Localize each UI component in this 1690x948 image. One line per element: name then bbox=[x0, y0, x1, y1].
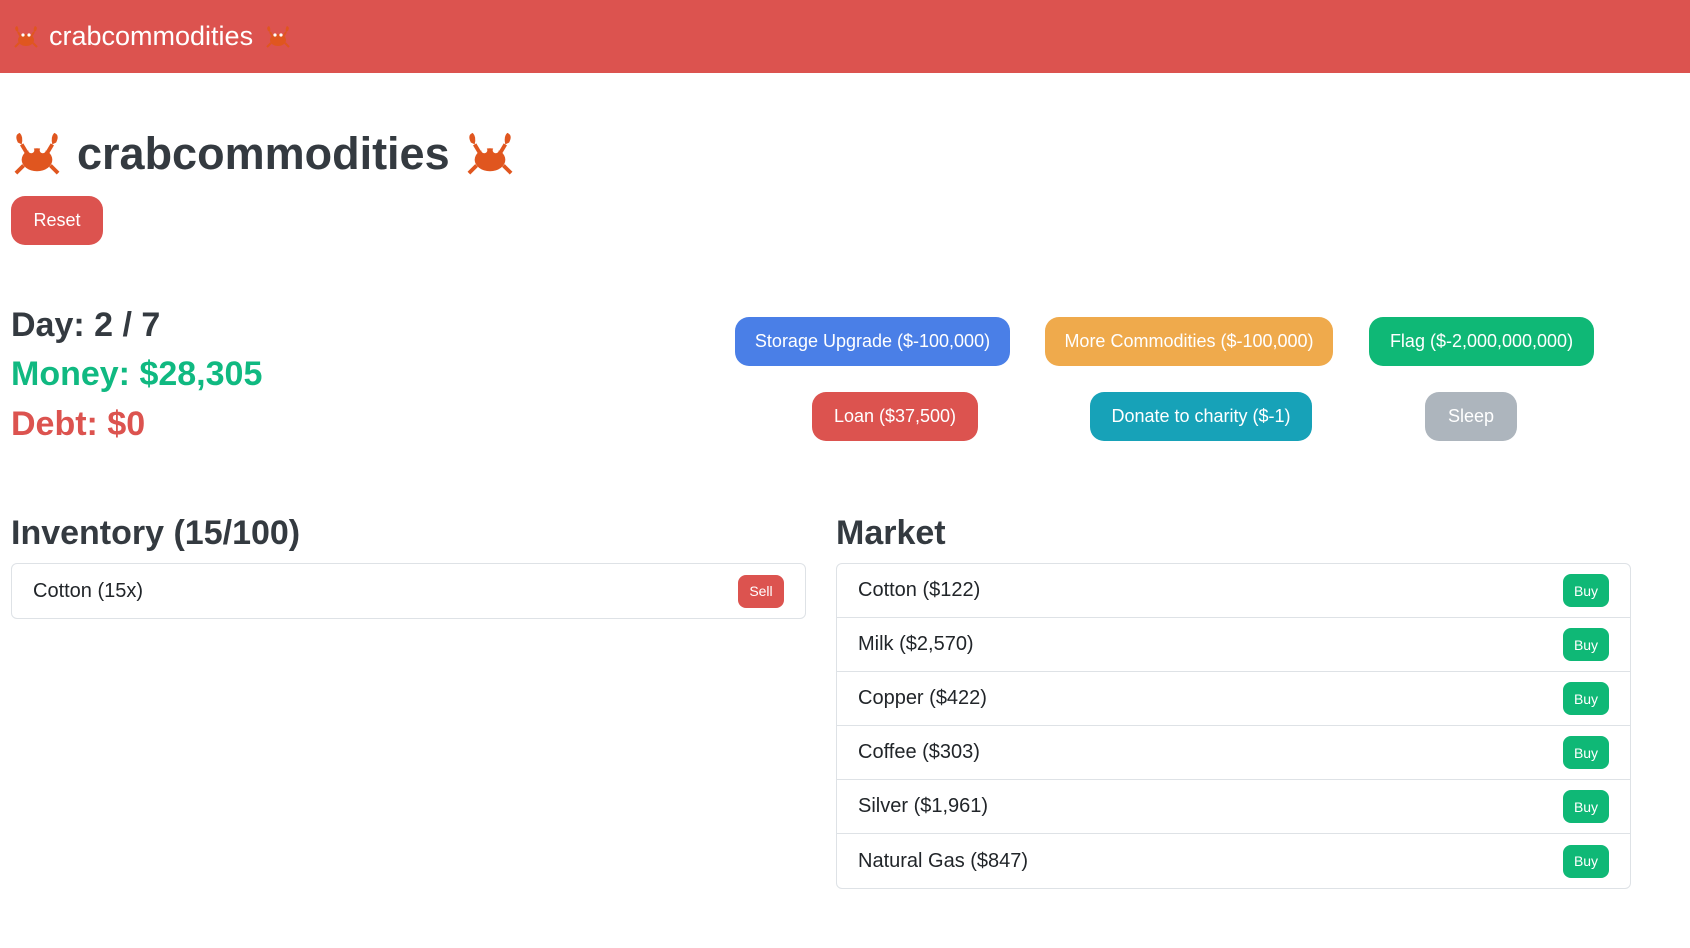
market-item-label: Milk ($2,570) bbox=[858, 633, 974, 655]
money-display: Money: $28,305 bbox=[11, 355, 263, 393]
list-item: Milk ($2,570) Buy bbox=[837, 618, 1630, 672]
list-item: Silver ($1,961) Buy bbox=[837, 780, 1630, 834]
debt-display: Debt: $0 bbox=[11, 405, 146, 443]
page-title-text: crabcommodities bbox=[77, 128, 450, 179]
loan-button[interactable]: Loan ($37,500) bbox=[812, 392, 978, 441]
market-item-label: Copper ($422) bbox=[858, 687, 987, 709]
market-list: Cotton ($122) Buy Milk ($2,570) Buy Copp… bbox=[836, 563, 1631, 889]
sleep-button[interactable]: Sleep bbox=[1425, 392, 1517, 441]
inventory-list: Cotton (15x) Sell bbox=[11, 563, 806, 619]
reset-button[interactable]: Reset bbox=[11, 196, 103, 245]
list-item: Cotton (15x) Sell bbox=[12, 564, 805, 618]
buy-button[interactable]: Buy bbox=[1563, 574, 1609, 607]
crab-icon bbox=[464, 131, 516, 177]
navbar: crabcommodities bbox=[0, 0, 1690, 73]
day-counter: Day: 2 / 7 bbox=[11, 306, 161, 344]
list-item: Copper ($422) Buy bbox=[837, 672, 1630, 726]
inventory-title: Inventory (15/100) bbox=[11, 514, 301, 552]
market-item-label: Coffee ($303) bbox=[858, 741, 980, 763]
buy-button[interactable]: Buy bbox=[1563, 628, 1609, 661]
page-title: crabcommodities bbox=[11, 128, 516, 180]
donate-button[interactable]: Donate to charity ($-1) bbox=[1090, 392, 1312, 441]
list-item: Natural Gas ($847) Buy bbox=[837, 834, 1630, 888]
list-item: Cotton ($122) Buy bbox=[837, 564, 1630, 618]
buy-button[interactable]: Buy bbox=[1563, 790, 1609, 823]
list-item: Coffee ($303) Buy bbox=[837, 726, 1630, 780]
navbar-brand[interactable]: crabcommodities bbox=[49, 21, 253, 52]
crab-icon bbox=[13, 25, 39, 49]
sell-button[interactable]: Sell bbox=[738, 574, 784, 608]
inventory-item-label: Cotton (15x) bbox=[33, 579, 144, 602]
market-title: Market bbox=[836, 514, 946, 552]
crab-icon bbox=[11, 131, 63, 177]
flag-button[interactable]: Flag ($-2,000,000,000) bbox=[1369, 317, 1594, 366]
buy-button[interactable]: Buy bbox=[1563, 736, 1609, 769]
buy-button[interactable]: Buy bbox=[1563, 682, 1609, 715]
more-commodities-button[interactable]: More Commodities ($-100,000) bbox=[1045, 317, 1333, 366]
storage-upgrade-button[interactable]: Storage Upgrade ($-100,000) bbox=[735, 317, 1010, 366]
market-item-label: Cotton ($122) bbox=[858, 579, 981, 601]
market-item-label: Silver ($1,961) bbox=[858, 795, 989, 817]
market-item-label: Natural Gas ($847) bbox=[858, 849, 1029, 872]
buy-button[interactable]: Buy bbox=[1563, 844, 1609, 878]
crab-icon bbox=[265, 25, 291, 49]
